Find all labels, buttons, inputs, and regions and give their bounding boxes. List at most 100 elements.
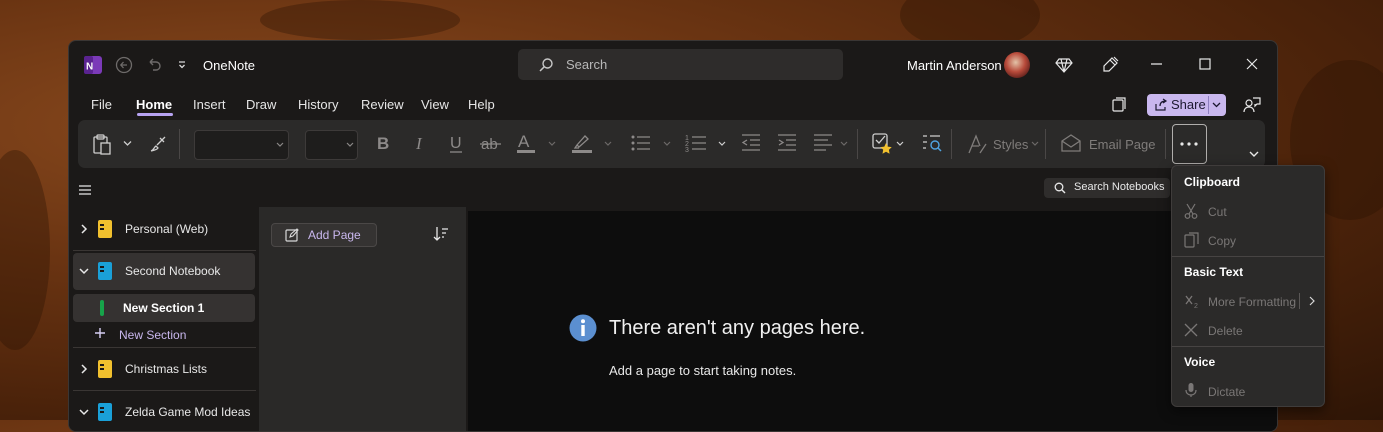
chevron-right-icon[interactable] (1309, 296, 1315, 306)
info-icon (569, 314, 597, 342)
microphone-icon (1184, 382, 1198, 398)
quick-access-dropdown-icon[interactable] (177, 60, 187, 70)
styles-icon[interactable] (966, 133, 988, 155)
sort-pages-icon[interactable] (433, 226, 449, 242)
hamburger-menu-icon[interactable] (78, 184, 92, 196)
font-color-icon[interactable]: A (516, 132, 536, 154)
section-new-section-1[interactable]: New Section 1 (73, 294, 255, 322)
more-options-menu: Clipboard Cut Copy Basic Text 2 More For… (1171, 165, 1325, 407)
tab-draw[interactable]: Draw (246, 97, 276, 112)
notebook-label: Zelda Game Mod Ideas (125, 405, 251, 419)
bold-icon[interactable]: B (376, 134, 390, 152)
svg-text:A: A (518, 132, 530, 151)
chevron-right-icon[interactable] (80, 364, 88, 374)
x-icon (1184, 323, 1198, 337)
share-label: Share (1171, 97, 1206, 112)
svg-text:3: 3 (685, 147, 689, 153)
email-page-icon[interactable] (1060, 134, 1082, 152)
chevron-down-icon[interactable] (1212, 101, 1221, 109)
notebook-zelda-game-mod-ideas[interactable]: Zelda Game Mod Ideas (73, 394, 255, 430)
immersive-reader-icon[interactable] (1111, 97, 1127, 113)
tab-home[interactable]: Home (136, 97, 172, 112)
paste-icon[interactable] (92, 133, 112, 155)
tab-help[interactable]: Help (468, 97, 495, 112)
avatar[interactable] (1004, 52, 1030, 78)
pages-pane: Add Page (259, 207, 466, 431)
chevron-down-icon[interactable] (1031, 141, 1039, 147)
italic-icon[interactable]: I (414, 134, 428, 152)
coauthor-pen-icon[interactable] (1101, 56, 1119, 74)
page-canvas[interactable]: There aren't any pages here. Add a page … (468, 211, 1277, 431)
user-name[interactable]: Martin Anderson (907, 58, 1002, 73)
add-page-button[interactable]: Add Page (271, 223, 377, 247)
svg-text:2: 2 (1194, 303, 1198, 309)
chevron-down-icon[interactable] (663, 141, 671, 147)
back-icon[interactable] (115, 56, 133, 74)
format-painter-icon[interactable] (148, 134, 168, 154)
email-page-label[interactable]: Email Page (1089, 137, 1155, 152)
chevron-right-icon[interactable] (80, 224, 88, 234)
chevron-down-icon (276, 142, 284, 148)
close-icon[interactable] (1246, 58, 1258, 70)
align-icon[interactable] (813, 134, 833, 152)
highlighter-icon[interactable] (571, 132, 593, 154)
empty-state-subtitle: Add a page to start taking notes. (609, 363, 797, 378)
undo-icon[interactable] (145, 56, 163, 74)
notebook-label: Personal (Web) (125, 222, 209, 236)
ribbon-collapse-icon[interactable] (1249, 151, 1259, 158)
svg-text:U: U (450, 135, 462, 152)
chevron-down-icon[interactable] (718, 141, 726, 147)
plus-icon (94, 327, 106, 339)
underline-icon[interactable]: U (448, 134, 464, 154)
notebook-christmas-lists[interactable]: Christmas Lists (73, 351, 255, 387)
font-family-select[interactable] (194, 130, 289, 160)
tab-file[interactable]: File (91, 97, 112, 112)
search-notebooks-button[interactable]: Search Notebooks (1044, 178, 1170, 198)
find-tags-icon[interactable] (921, 133, 943, 155)
chevron-down-icon[interactable] (79, 408, 89, 416)
menu-item-dictate[interactable]: Dictate (1208, 385, 1245, 399)
feedback-icon[interactable] (1242, 95, 1262, 115)
notebook-second[interactable]: Second Notebook (73, 253, 255, 290)
section-label: New Section 1 (123, 301, 205, 315)
tag-star-icon[interactable] (871, 132, 893, 154)
more-options-button[interactable] (1172, 124, 1207, 164)
tab-insert[interactable]: Insert (193, 97, 226, 112)
share-button[interactable]: Share (1147, 94, 1226, 116)
share-icon (1154, 98, 1168, 112)
menu-item-delete[interactable]: Delete (1208, 324, 1243, 338)
chevron-down-icon[interactable] (896, 141, 904, 147)
notebook-icon (97, 359, 113, 379)
search-notebooks-label: Search Notebooks (1074, 181, 1165, 193)
tab-history[interactable]: History (298, 97, 338, 112)
svg-text:B: B (377, 134, 389, 152)
menu-item-more-formatting[interactable]: More Formatting (1208, 295, 1296, 309)
minimize-icon[interactable] (1151, 63, 1163, 65)
search-box[interactable]: Search (518, 49, 843, 80)
chevron-down-icon[interactable] (79, 267, 89, 275)
tab-view[interactable]: View (421, 97, 449, 112)
notebook-label: Second Notebook (125, 264, 221, 278)
notebook-personal-web[interactable]: Personal (Web) (73, 211, 255, 247)
menu-item-copy[interactable]: Copy (1208, 234, 1236, 248)
bullets-icon[interactable] (631, 134, 651, 152)
app-title: OneNote (203, 58, 256, 73)
onenote-window: N OneNote Search Martin Anderson File Ho… (68, 40, 1278, 432)
section-color-marker (100, 300, 104, 316)
chevron-down-icon[interactable] (604, 141, 612, 147)
premium-diamond-icon[interactable] (1055, 56, 1073, 74)
notebook-label: Christmas Lists (125, 362, 208, 376)
new-section-button[interactable]: New Section (73, 323, 255, 345)
strikethrough-icon[interactable]: ab (480, 134, 502, 152)
chevron-down-icon[interactable] (548, 141, 556, 147)
menu-item-cut[interactable]: Cut (1208, 205, 1227, 219)
font-size-select[interactable] (305, 130, 358, 160)
chevron-down-icon[interactable] (840, 141, 848, 147)
maximize-icon[interactable] (1199, 58, 1211, 70)
increase-indent-icon[interactable] (777, 134, 797, 152)
tab-review[interactable]: Review (361, 97, 404, 112)
numbering-icon[interactable]: 123 (685, 133, 707, 153)
decrease-indent-icon[interactable] (741, 134, 761, 152)
styles-label[interactable]: Styles (993, 137, 1028, 152)
paste-dropdown-icon[interactable] (123, 140, 132, 147)
